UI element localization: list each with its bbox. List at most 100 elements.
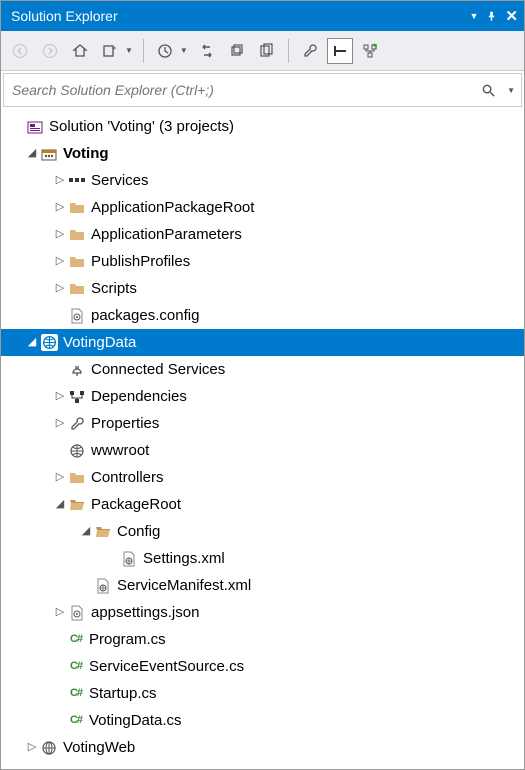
item-label: Startup.cs bbox=[89, 683, 157, 704]
tree-item-wwwroot[interactable]: ▷ wwwroot bbox=[1, 437, 524, 464]
tree-item-packages-config[interactable]: ▷ packages.config bbox=[1, 302, 524, 329]
tree-item-program-cs[interactable]: ▷ C# Program.cs bbox=[1, 626, 524, 653]
globe-icon bbox=[67, 442, 87, 460]
back-button[interactable] bbox=[7, 38, 33, 64]
title-bar: Solution Explorer ▼ ✕ bbox=[1, 1, 524, 31]
tree-item-app-package-root[interactable]: ▷ ApplicationPackageRoot bbox=[1, 194, 524, 221]
collapse-arrow-icon[interactable]: ▷ bbox=[53, 200, 67, 215]
preview-selected-button[interactable] bbox=[327, 38, 353, 64]
tree-item-controllers[interactable]: ▷ Controllers bbox=[1, 464, 524, 491]
pending-changes-dropdown-icon[interactable]: ▼ bbox=[180, 46, 188, 55]
csharp-file-icon: C# bbox=[67, 685, 85, 703]
tree-item-config[interactable]: ◢ Config bbox=[1, 518, 524, 545]
switch-views-dropdown-icon[interactable]: ▼ bbox=[125, 46, 133, 55]
csharp-file-icon: C# bbox=[67, 631, 85, 649]
item-label: appsettings.json bbox=[91, 602, 199, 623]
item-label: ApplicationPackageRoot bbox=[91, 197, 254, 218]
expand-arrow-icon[interactable]: ◢ bbox=[79, 524, 93, 539]
collapse-arrow-icon[interactable]: ▷ bbox=[53, 416, 67, 431]
item-label: wwwroot bbox=[91, 440, 149, 461]
search-dropdown-icon[interactable]: ▼ bbox=[507, 86, 521, 95]
search-icon[interactable] bbox=[481, 83, 507, 98]
solution-node[interactable]: ▶ Solution 'Voting' (3 projects) bbox=[1, 113, 524, 140]
config-file-icon bbox=[67, 307, 87, 325]
toolbar-separator bbox=[143, 39, 144, 63]
collapse-arrow-icon[interactable]: ▷ bbox=[53, 173, 67, 188]
close-icon[interactable]: ✕ bbox=[505, 9, 518, 24]
project-votingdata[interactable]: ◢ VotingData bbox=[1, 329, 524, 356]
connected-services-icon bbox=[67, 361, 87, 379]
item-label: Settings.xml bbox=[143, 548, 225, 569]
window-title: Solution Explorer bbox=[11, 8, 470, 24]
project-votingweb[interactable]: ▷ VotingWeb bbox=[1, 734, 524, 761]
project-label: VotingWeb bbox=[63, 737, 135, 758]
item-label: Controllers bbox=[91, 467, 164, 488]
collapse-arrow-icon[interactable]: ▷ bbox=[53, 605, 67, 620]
tree-item-publish-profiles[interactable]: ▷ PublishProfiles bbox=[1, 248, 524, 275]
collapse-arrow-icon[interactable]: ▷ bbox=[53, 227, 67, 242]
collapse-arrow-icon[interactable]: ▷ bbox=[53, 281, 67, 296]
folder-icon bbox=[67, 199, 87, 217]
tree-item-appsettings-json[interactable]: ▷ appsettings.json bbox=[1, 599, 524, 626]
tree-item-serviceeventsource-cs[interactable]: ▷ C# ServiceEventSource.cs bbox=[1, 653, 524, 680]
expand-arrow-icon[interactable]: ◢ bbox=[53, 497, 67, 512]
wrench-icon bbox=[67, 415, 87, 433]
service-fabric-project-icon bbox=[39, 145, 59, 163]
properties-button[interactable] bbox=[297, 38, 323, 64]
web-project-icon bbox=[39, 739, 59, 757]
tree-item-startup-cs[interactable]: ▷ C# Startup.cs bbox=[1, 680, 524, 707]
window-menu-dropdown-icon[interactable]: ▼ bbox=[470, 12, 479, 21]
project-label: VotingData bbox=[63, 332, 136, 353]
item-label: Dependencies bbox=[91, 386, 187, 407]
search-input[interactable] bbox=[4, 78, 481, 102]
tree-item-votingdata-cs[interactable]: ▷ C# VotingData.cs bbox=[1, 707, 524, 734]
tree-item-app-parameters[interactable]: ▷ ApplicationParameters bbox=[1, 221, 524, 248]
view-class-diagram-button[interactable] bbox=[357, 38, 383, 64]
collapse-all-button[interactable] bbox=[224, 38, 250, 64]
solution-label: Solution 'Voting' (3 projects) bbox=[49, 116, 234, 137]
item-label: packages.config bbox=[91, 305, 199, 326]
project-voting[interactable]: ◢ Voting bbox=[1, 140, 524, 167]
forward-button[interactable] bbox=[37, 38, 63, 64]
switch-views-button[interactable] bbox=[97, 38, 123, 64]
csharp-file-icon: C# bbox=[67, 658, 85, 676]
show-all-files-button[interactable] bbox=[254, 38, 280, 64]
project-label: Voting bbox=[63, 143, 109, 164]
folder-icon bbox=[67, 280, 87, 298]
item-label: PublishProfiles bbox=[91, 251, 190, 272]
home-button[interactable] bbox=[67, 38, 93, 64]
pin-icon[interactable] bbox=[486, 11, 497, 22]
tree-item-packageroot[interactable]: ◢ PackageRoot bbox=[1, 491, 524, 518]
collapse-arrow-icon[interactable]: ▷ bbox=[53, 389, 67, 404]
expand-arrow-icon[interactable]: ◢ bbox=[25, 335, 39, 350]
tree-item-connected-services[interactable]: ▷ Connected Services bbox=[1, 356, 524, 383]
collapse-arrow-icon[interactable]: ▷ bbox=[53, 470, 67, 485]
item-label: ApplicationParameters bbox=[91, 224, 242, 245]
item-label: Services bbox=[91, 170, 149, 191]
tree-item-servicemanifest-xml[interactable]: ▷ ServiceManifest.xml bbox=[1, 572, 524, 599]
expand-arrow-icon[interactable]: ◢ bbox=[25, 146, 39, 161]
xml-file-icon bbox=[119, 550, 139, 568]
item-label: ServiceManifest.xml bbox=[117, 575, 251, 596]
tree-item-dependencies[interactable]: ▷ Dependencies bbox=[1, 383, 524, 410]
pending-changes-button[interactable] bbox=[152, 38, 178, 64]
sync-button[interactable] bbox=[194, 38, 220, 64]
tree-item-settings-xml[interactable]: ▷ Settings.xml bbox=[1, 545, 524, 572]
solution-icon bbox=[25, 118, 45, 136]
folder-icon bbox=[67, 253, 87, 271]
xml-file-icon bbox=[93, 577, 113, 595]
tree-item-services[interactable]: ▷ Services bbox=[1, 167, 524, 194]
tree-item-properties[interactable]: ▷ Properties bbox=[1, 410, 524, 437]
tree-item-scripts[interactable]: ▷ Scripts bbox=[1, 275, 524, 302]
collapse-arrow-icon[interactable]: ▷ bbox=[25, 740, 39, 755]
json-file-icon bbox=[67, 604, 87, 622]
search-box[interactable]: ▼ bbox=[3, 73, 522, 107]
csharp-file-icon: C# bbox=[67, 712, 85, 730]
services-icon bbox=[67, 172, 87, 190]
titlebar-controls: ▼ ✕ bbox=[470, 9, 525, 24]
item-label: Connected Services bbox=[91, 359, 225, 380]
item-label: Program.cs bbox=[89, 629, 166, 650]
item-label: Properties bbox=[91, 413, 159, 434]
collapse-arrow-icon[interactable]: ▷ bbox=[53, 254, 67, 269]
item-label: Config bbox=[117, 521, 160, 542]
